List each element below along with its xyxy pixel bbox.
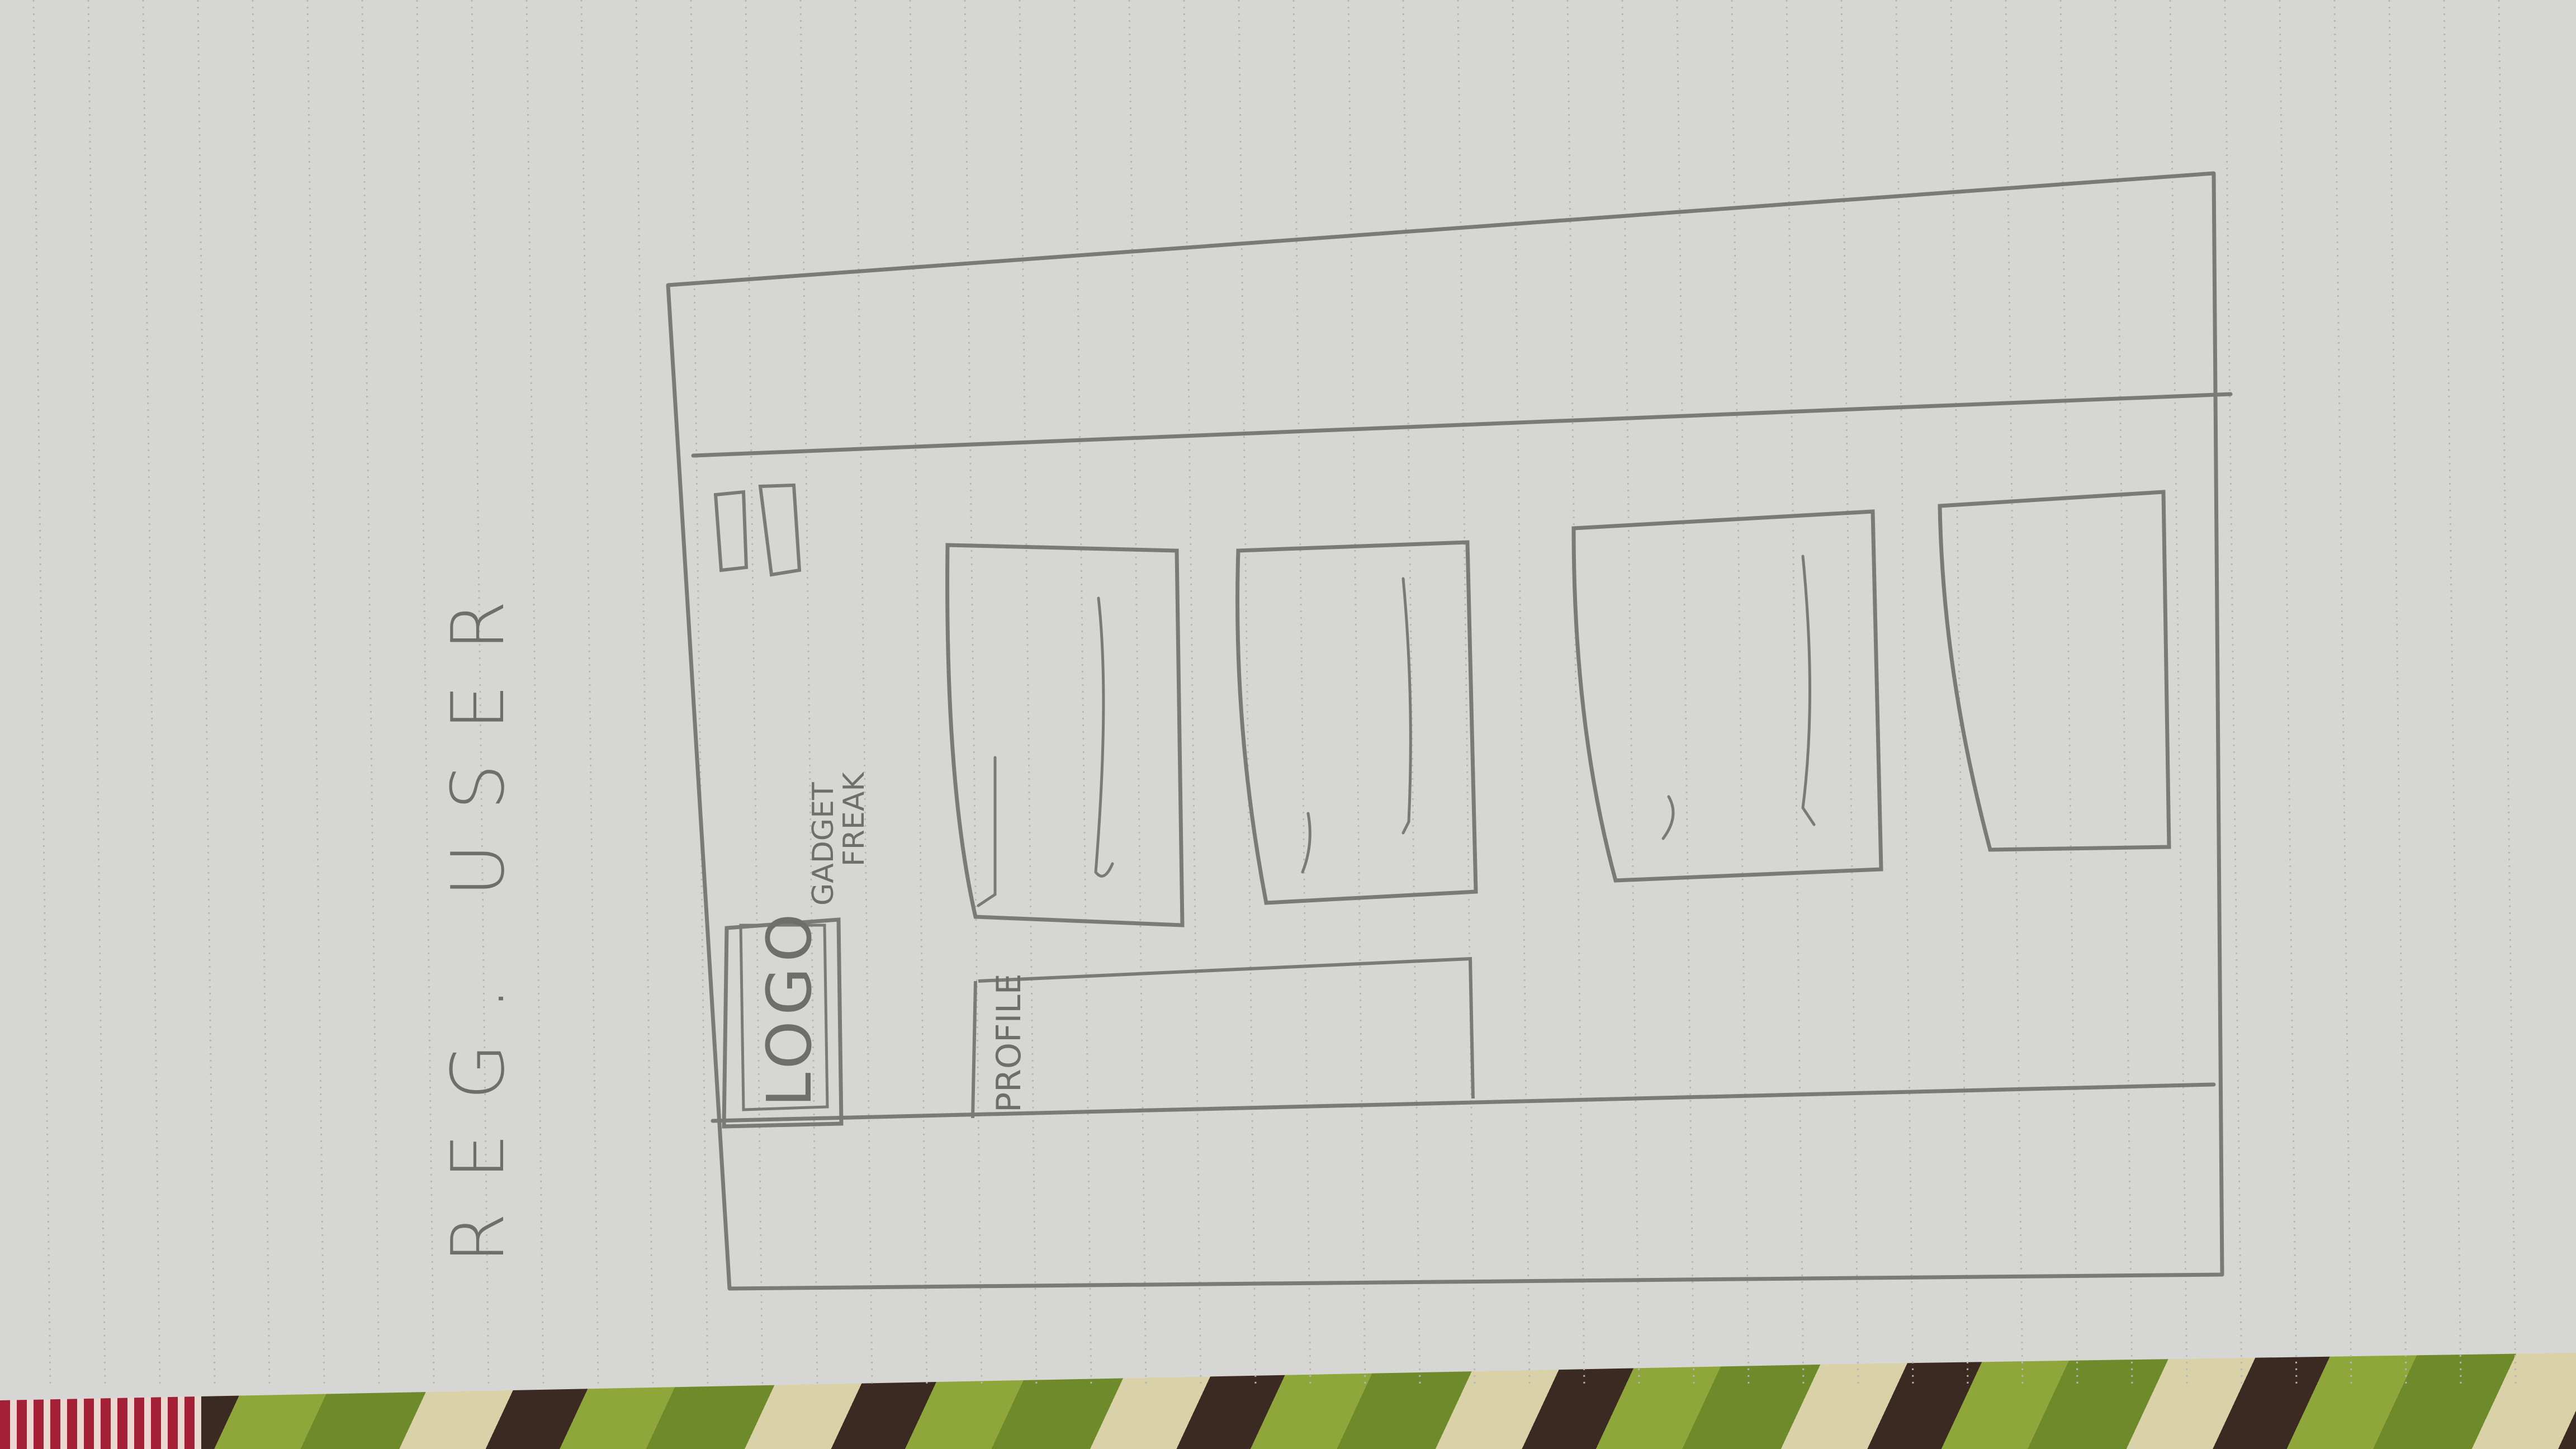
rule-line (1183, 0, 1202, 1387)
rule-line (197, 0, 216, 1387)
rule-line (2169, 0, 2188, 1387)
rule-line (2005, 0, 2024, 1387)
rule-line (2279, 0, 2298, 1387)
rule-line (1402, 0, 1421, 1387)
rule-line (745, 0, 764, 1387)
sketch-canvas: REG. USER LOGO GADGET FREAK PROFILE (32, 0, 2517, 1387)
footer-divider (711, 1082, 2216, 1123)
rule-line (361, 0, 380, 1387)
page-heading: REG. USER (435, 567, 520, 1263)
rule-line (32, 0, 51, 1387)
nav-icons[interactable] (713, 483, 802, 577)
card-2-title-line (1301, 812, 1311, 874)
brand-text: GADGET FREAK (807, 771, 871, 906)
rule-line (2388, 0, 2407, 1387)
profile-label: PROFILE (989, 973, 1029, 1112)
rule-line (1347, 0, 1366, 1387)
rule-line (1073, 0, 1092, 1387)
card-3-title-line (1661, 795, 1675, 840)
page-frame (666, 171, 2224, 1291)
content-card-1[interactable] (945, 543, 1185, 927)
rule-line (2333, 0, 2352, 1387)
rule-line (1019, 0, 1038, 1387)
rule-line (2224, 0, 2243, 1387)
rule-line (1786, 0, 1805, 1387)
rule-line (1292, 0, 1311, 1387)
rule-line (252, 0, 271, 1387)
rule-line (909, 0, 928, 1387)
notebook-rule-lines (32, 0, 2517, 1387)
brand-line-2: FREAK (837, 771, 871, 866)
rule-line (1128, 0, 1147, 1387)
rule-line (854, 0, 873, 1387)
nav-icon-2[interactable] (758, 483, 802, 577)
logo-box[interactable]: LOGO (722, 908, 844, 1129)
rule-line (2443, 0, 2462, 1387)
rule-line (1840, 0, 1859, 1387)
nav-icon-1[interactable] (713, 490, 749, 572)
card-1-title-line (977, 756, 997, 907)
rule-line (1512, 0, 1531, 1387)
header-divider (691, 392, 2233, 458)
rule-line (525, 0, 544, 1387)
rule-line (416, 0, 435, 1387)
card-2-text-line (1401, 577, 1412, 835)
profile-sidebar[interactable]: PROFILE (971, 956, 1475, 1119)
rule-line (1895, 0, 1914, 1387)
rule-line (580, 0, 599, 1387)
rule-line (1676, 0, 1695, 1387)
rule-line (306, 0, 325, 1387)
rule-line (2114, 0, 2133, 1387)
rule-line (1621, 0, 1640, 1387)
rule-line (635, 0, 654, 1387)
content-card-2[interactable] (1235, 540, 1478, 905)
rule-line (87, 0, 106, 1387)
content-card-4[interactable] (1938, 490, 2171, 852)
rule-line (799, 0, 818, 1387)
page-heading-group: REG. USER (435, 567, 520, 1263)
card-3-text-line (1801, 555, 1816, 826)
rule-line (2498, 0, 2517, 1387)
rule-line (2059, 0, 2078, 1387)
rule-line (142, 0, 161, 1387)
rule-line (1950, 0, 1969, 1387)
brand-line-1: GADGET (807, 782, 840, 906)
card-1-text-line (1094, 596, 1114, 878)
rule-line (964, 0, 983, 1387)
logo-text: LOGO (754, 908, 825, 1107)
content-card-3[interactable] (1571, 509, 1883, 883)
